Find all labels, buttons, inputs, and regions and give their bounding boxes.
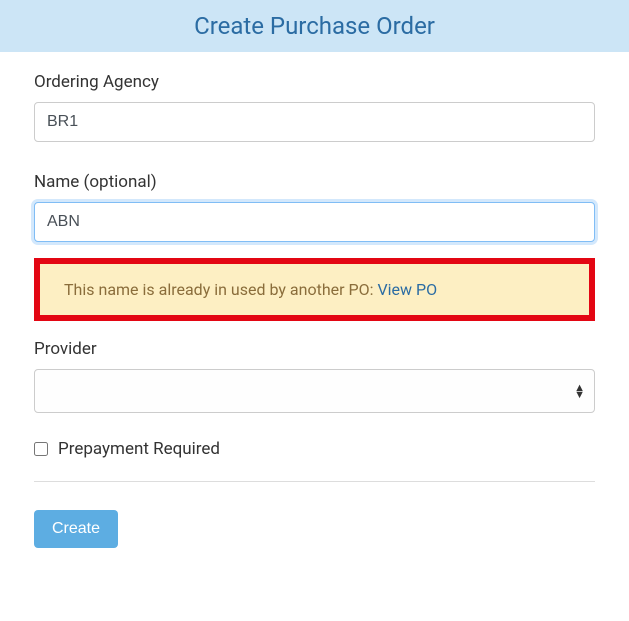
provider-select[interactable] [34, 369, 595, 413]
header: Create Purchase Order [0, 0, 629, 52]
ordering-agency-label: Ordering Agency [34, 72, 595, 92]
create-button[interactable]: Create [34, 510, 118, 548]
alert-highlight: This name is already in used by another … [34, 258, 595, 321]
duplicate-name-alert: This name is already in used by another … [40, 264, 589, 315]
ordering-agency-input[interactable] [34, 102, 595, 142]
page-title: Create Purchase Order [0, 12, 629, 40]
prepayment-checkbox[interactable] [34, 442, 48, 456]
provider-label: Provider [34, 339, 595, 359]
name-label: Name (optional) [34, 172, 595, 192]
provider-select-wrapper: ▲▼ [34, 369, 595, 413]
alert-text: This name is already in used by another … [64, 280, 377, 299]
view-po-link[interactable]: View PO [377, 280, 437, 299]
create-po-form: Ordering Agency Name (optional) This nam… [0, 52, 629, 568]
prepayment-row: Prepayment Required [34, 439, 595, 482]
name-input[interactable] [34, 202, 595, 242]
prepayment-label: Prepayment Required [58, 439, 220, 459]
